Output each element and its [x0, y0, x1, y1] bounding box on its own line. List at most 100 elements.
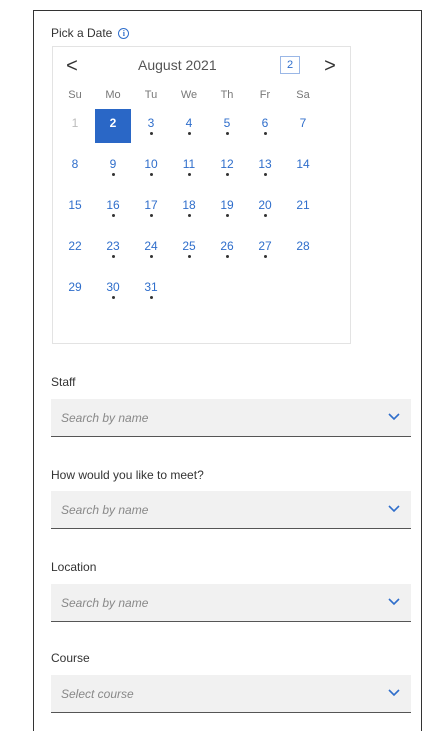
availability-dot: [149, 296, 153, 299]
weekday-label: We: [180, 89, 198, 101]
location-select[interactable]: Search by name: [51, 584, 411, 622]
info-icon[interactable]: i: [118, 27, 130, 39]
calendar-day-number: 28: [296, 239, 310, 253]
calendar-day[interactable]: 22: [57, 232, 93, 266]
calendar-day[interactable]: 4: [171, 109, 207, 143]
calendar-day-number: 21: [296, 198, 310, 212]
calendar-day[interactable]: 11: [171, 150, 207, 184]
next-month-button[interactable]: >: [319, 53, 341, 79]
calendar-day-number: 30: [106, 280, 120, 294]
calendar-day[interactable]: 6: [247, 109, 283, 143]
calendar-day[interactable]: 28: [285, 232, 321, 266]
calendar-day[interactable]: 19: [209, 191, 245, 225]
calendar-day-number: 6: [261, 116, 269, 130]
weekday-label: Sa: [296, 89, 310, 101]
calendar-day-number: 29: [68, 280, 82, 294]
weekday-label: Th: [220, 89, 234, 101]
course-placeholder: Select course: [61, 687, 134, 701]
date-picker-calendar: < August 2021 2 > Su Mo Tu We Th Fr Sa 1234567…: [52, 46, 351, 344]
calendar-day[interactable]: 31: [133, 273, 169, 307]
availability-dot: [225, 255, 229, 258]
meet-select[interactable]: Search by name: [51, 491, 411, 529]
calendar-day-number: 12: [220, 157, 234, 171]
weekday-label: Su: [68, 89, 82, 101]
calendar-day-number: 24: [144, 239, 158, 253]
month-title: August 2021: [138, 57, 217, 73]
calendar-day-number: 8: [71, 157, 79, 171]
calendar-day[interactable]: 26: [209, 232, 245, 266]
calendar-day-number: 7: [299, 116, 307, 130]
calendar-day[interactable]: 17: [133, 191, 169, 225]
availability-dot: [149, 214, 153, 217]
weekday-label: Fr: [259, 89, 271, 101]
calendar-day-number: 19: [220, 198, 234, 212]
calendar-day-number: 3: [147, 116, 155, 130]
calendar-day[interactable]: 13: [247, 150, 283, 184]
calendar-day[interactable]: 24: [133, 232, 169, 266]
availability-dot: [149, 132, 153, 135]
chevron-down-icon: [388, 598, 400, 606]
prev-month-button[interactable]: <: [61, 53, 83, 79]
calendar-day-number: 10: [144, 157, 158, 171]
calendar-header: < August 2021 2 >: [53, 47, 350, 89]
pick-date-label: Pick a Date: [51, 26, 113, 40]
calendar-day-number: 13: [258, 157, 272, 171]
availability-dot: [225, 173, 229, 176]
calendar-day-number: 31: [144, 280, 158, 294]
calendar-day-number: 1: [71, 116, 79, 130]
calendar-day[interactable]: 29: [57, 273, 93, 307]
chevron-down-icon: [388, 413, 400, 421]
calendar-day-number: 20: [258, 198, 272, 212]
calendar-day[interactable]: 23: [95, 232, 131, 266]
availability-dot: [263, 132, 267, 135]
calendar-day[interactable]: 5: [209, 109, 245, 143]
calendar-day[interactable]: 7: [285, 109, 321, 143]
calendar-day[interactable]: 10: [133, 150, 169, 184]
calendar-day[interactable]: 15: [57, 191, 93, 225]
calendar-day[interactable]: 8: [57, 150, 93, 184]
calendar-day-number: 2: [109, 116, 117, 130]
calendar-day-selected[interactable]: 2: [95, 109, 131, 143]
calendar-day-number: 5: [223, 116, 231, 130]
calendar-day[interactable]: 12: [209, 150, 245, 184]
availability-dot: [225, 132, 229, 135]
course-select[interactable]: Select course: [51, 675, 411, 713]
weekday-label: Mo: [105, 89, 121, 101]
calendar-day[interactable]: 27: [247, 232, 283, 266]
meet-placeholder: Search by name: [61, 503, 149, 517]
calendar-day[interactable]: 1: [57, 109, 93, 143]
selected-day-badge: 2: [280, 56, 300, 74]
calendar-day-number: 25: [182, 239, 196, 253]
calendar-day-number: 16: [106, 198, 120, 212]
calendar-day[interactable]: 30: [95, 273, 131, 307]
calendar-day[interactable]: 18: [171, 191, 207, 225]
calendar-day-number: 4: [185, 116, 193, 130]
calendar-day[interactable]: 21: [285, 191, 321, 225]
calendar-day-number: 23: [106, 239, 120, 253]
calendar-day[interactable]: 3: [133, 109, 169, 143]
weekday-row: Su Mo Tu We Th Fr Sa: [53, 89, 350, 109]
location-label: Location: [51, 560, 97, 574]
calendar-day-number: 17: [144, 198, 158, 212]
weekday-label: Tu: [144, 89, 158, 101]
pick-date-header: Pick a Date i: [51, 26, 130, 40]
calendar-day[interactable]: 14: [285, 150, 321, 184]
availability-dot: [187, 173, 191, 176]
staff-select[interactable]: Search by name: [51, 399, 411, 437]
calendar-day-number: 27: [258, 239, 272, 253]
calendar-day[interactable]: 16: [95, 191, 131, 225]
calendar-day[interactable]: 9: [95, 150, 131, 184]
calendar-day-number: 18: [182, 198, 196, 212]
availability-dot: [111, 255, 115, 258]
calendar-day-number: 22: [68, 239, 82, 253]
calendar-day[interactable]: 25: [171, 232, 207, 266]
staff-placeholder: Search by name: [61, 411, 149, 425]
availability-dot: [187, 132, 191, 135]
calendar-day[interactable]: 20: [247, 191, 283, 225]
meet-label: How would you like to meet?: [51, 468, 204, 482]
calendar-day-number: 15: [68, 198, 82, 212]
availability-dot: [187, 255, 191, 258]
availability-dot: [263, 173, 267, 176]
availability-dot: [149, 255, 153, 258]
calendar-day-number: 11: [182, 157, 196, 171]
